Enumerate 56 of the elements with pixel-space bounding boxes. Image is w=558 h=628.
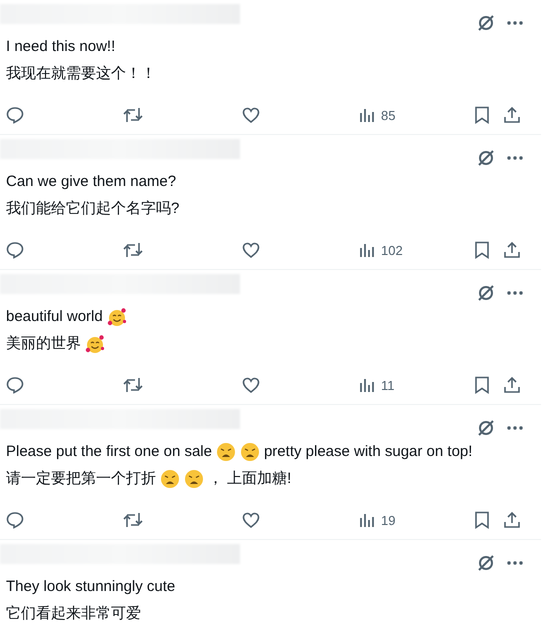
views-icon[interactable] (359, 512, 375, 528)
reply-text: 它们看起来非常可爱 (6, 604, 141, 624)
reply-icon[interactable] (6, 241, 24, 259)
slashed-circle-icon[interactable] (477, 419, 495, 437)
more-icon[interactable] (507, 561, 523, 565)
reply-icon[interactable] (6, 106, 24, 124)
repost-icon[interactable] (123, 106, 143, 124)
views-icon[interactable] (359, 107, 375, 123)
view-count: 85 (381, 108, 396, 122)
slashed-circle-icon[interactable] (477, 14, 495, 32)
view-count: 102 (381, 242, 403, 258)
weary-face-icon (240, 442, 260, 462)
bookmark-icon[interactable] (474, 106, 490, 124)
reply-icon[interactable] (6, 511, 24, 529)
reply-text: ， 上面加糖! (208, 469, 292, 489)
repost-icon[interactable] (123, 241, 143, 259)
reply-text: Can we give them name? (6, 172, 176, 192)
slashed-circle-icon[interactable] (477, 149, 495, 167)
views-icon[interactable] (359, 377, 375, 393)
reply-icon[interactable] (6, 376, 24, 394)
bookmark-icon[interactable] (474, 376, 490, 394)
reply-text: They look stunningly cute (6, 577, 176, 597)
view-count: 11 (381, 378, 394, 392)
weary-face-icon (184, 469, 204, 489)
bookmark-icon[interactable] (474, 241, 490, 259)
reply-text: 美丽的世界 (6, 334, 81, 354)
reply-text: 我现在就需要这个！！ (6, 64, 156, 84)
more-icon[interactable] (507, 426, 523, 430)
repost-icon[interactable] (123, 511, 143, 529)
slashed-circle-icon[interactable] (477, 284, 495, 302)
share-icon[interactable] (503, 106, 521, 124)
more-icon[interactable] (507, 21, 523, 25)
heart-icon[interactable] (242, 106, 260, 124)
smiling-face-with-hearts-icon (106, 307, 127, 327)
reply-text: pretty please with sugar on top! (264, 442, 472, 462)
more-icon[interactable] (507, 291, 523, 295)
heart-icon[interactable] (242, 376, 260, 394)
weary-face-icon (216, 442, 236, 462)
heart-icon[interactable] (242, 511, 260, 529)
weary-face-icon (160, 469, 180, 489)
bookmark-icon[interactable] (474, 511, 490, 529)
reply-text: beautiful world (6, 307, 103, 327)
views-icon[interactable] (359, 242, 375, 258)
repost-icon[interactable] (123, 376, 143, 394)
heart-icon[interactable] (242, 241, 260, 259)
share-icon[interactable] (503, 241, 521, 259)
view-count: 19 (381, 512, 396, 528)
reply-text: 请一定要把第一个打折 (6, 469, 156, 489)
share-icon[interactable] (503, 376, 521, 394)
slashed-circle-icon[interactable] (477, 554, 495, 572)
reply-text: I need this now!! (6, 37, 116, 57)
reply-text: Please put the first one on sale (6, 442, 212, 462)
more-icon[interactable] (507, 156, 523, 160)
reply-text: 我们能给它们起个名字吗? (6, 199, 180, 219)
share-icon[interactable] (503, 511, 521, 529)
smiling-face-with-hearts-icon (85, 334, 105, 354)
